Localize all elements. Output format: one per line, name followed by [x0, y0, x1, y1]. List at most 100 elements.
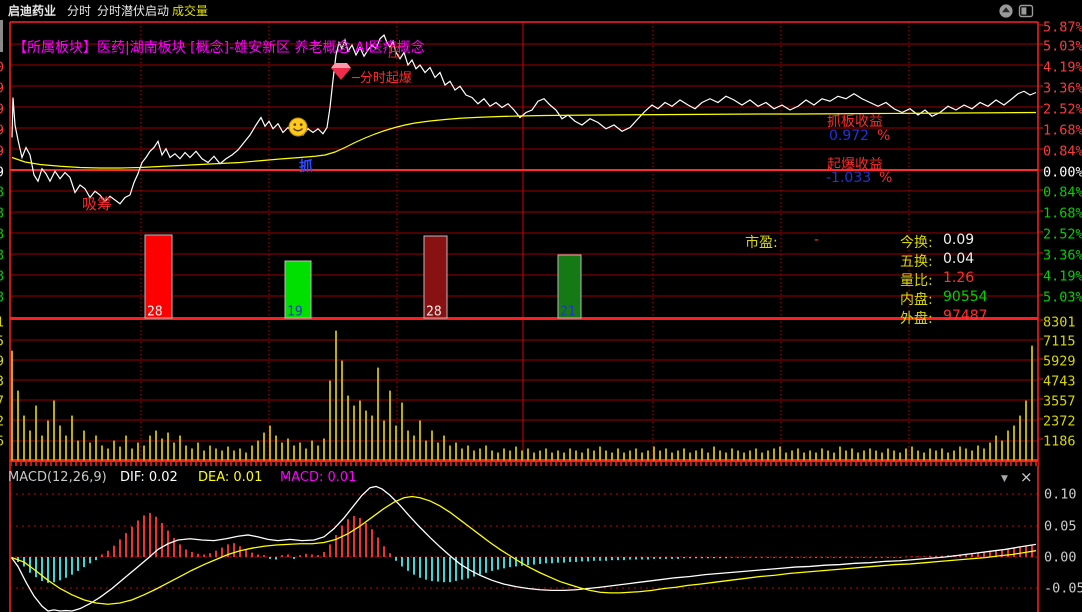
volume-bar	[965, 448, 967, 461]
macd-histogram-bar	[407, 557, 409, 571]
volume-bar	[263, 432, 265, 461]
volume-bar	[65, 435, 67, 461]
macd-histogram-bar	[731, 557, 733, 558]
macd-histogram-bar	[401, 557, 403, 567]
macd-histogram-bar	[815, 557, 817, 558]
volume-bar	[593, 450, 595, 461]
volume-bar	[803, 452, 805, 461]
macd-histogram-bar	[905, 556, 907, 557]
left-axis-fragment: 1	[0, 315, 4, 331]
macd-histogram-bar	[65, 557, 67, 578]
volume-bar	[173, 442, 175, 461]
macd-histogram-bar	[413, 557, 415, 575]
macd-histogram-bar	[101, 554, 103, 557]
macd-histogram-bar	[647, 557, 649, 560]
macd-histogram-bar	[53, 557, 55, 583]
volume-bar	[893, 450, 895, 461]
stat-label: 五换:	[900, 254, 933, 270]
volume-bar	[827, 450, 829, 461]
pressure-annotation: 压	[388, 46, 402, 61]
panel-toggle-icon[interactable]	[1018, 3, 1034, 19]
volume-bar	[851, 448, 853, 461]
macd-dea-readout: DEA: 0.01	[198, 470, 263, 485]
volume-bar	[53, 400, 55, 461]
macd-histogram-bar	[671, 557, 673, 559]
macd-histogram-bar	[431, 557, 433, 581]
volume-bar	[773, 448, 775, 461]
volume-bar	[767, 450, 769, 461]
signal-bar-label: 21	[560, 305, 576, 320]
close-panel-icon[interactable]: ×	[1020, 468, 1033, 486]
pe-ratio-value: -	[814, 232, 820, 248]
volume-bar	[863, 450, 865, 461]
volume-bar	[1025, 400, 1027, 461]
volume-bar	[809, 450, 811, 461]
tab-volume[interactable]: 成交量	[172, 2, 208, 19]
volume-bar	[875, 450, 877, 461]
left-axis-fragment: 2	[0, 414, 4, 430]
macd-histogram-bar	[95, 557, 97, 561]
left-axis-fragment: 0	[0, 60, 4, 76]
volume-bar	[479, 448, 481, 461]
volume-bar	[695, 450, 697, 461]
volume-bar	[725, 452, 727, 461]
percent-axis-label: 0.84%	[1043, 144, 1082, 160]
macd-histogram-bar	[857, 557, 859, 558]
macd-histogram-bar	[863, 557, 865, 558]
macd-histogram-bar	[449, 557, 451, 583]
collapse-panel-icon[interactable]: ▼	[1001, 474, 1008, 484]
macd-histogram-bar	[149, 512, 151, 557]
volume-bar	[761, 452, 763, 461]
macd-histogram-bar	[143, 515, 145, 557]
macd-histogram-bar	[317, 555, 319, 557]
tab-minute-chart[interactable]: 分时	[67, 2, 91, 19]
stat-value: 90554	[943, 289, 988, 305]
macd-histogram-bar	[551, 557, 553, 564]
volume-bar	[461, 448, 463, 461]
volume-bar	[947, 452, 949, 461]
window-edge-notch	[0, 20, 3, 52]
volume-bar	[653, 446, 655, 461]
volume-bar	[341, 360, 343, 461]
macd-histogram-bar	[119, 539, 121, 557]
volume-bar	[89, 442, 91, 461]
macd-histogram-bar	[71, 557, 73, 575]
scroll-top-icon[interactable]	[998, 3, 1014, 19]
volume-bar	[797, 448, 799, 461]
macd-histogram-bar	[767, 557, 769, 558]
macd-histogram-bar	[389, 553, 391, 557]
macd-histogram-bar	[245, 550, 247, 557]
macd-histogram-bar	[59, 557, 61, 581]
left-axis-fragment: 8	[0, 227, 4, 243]
macd-histogram-bar	[803, 557, 805, 558]
volume-bar	[323, 438, 325, 461]
volume-bar	[107, 448, 109, 461]
volume-bar	[929, 448, 931, 461]
volume-bar	[923, 452, 925, 461]
volume-bar	[1019, 415, 1021, 461]
macd-histogram-bar	[425, 557, 427, 580]
volume-bar	[821, 448, 823, 461]
left-axis-fragment: 8	[0, 206, 4, 222]
percent-axis-label: 0.84%	[1043, 185, 1082, 201]
macd-histogram-bar	[683, 557, 685, 559]
absorb-annotation: 吸筹	[82, 195, 113, 213]
macd-histogram-bar	[893, 557, 895, 558]
volume-bar	[977, 445, 979, 461]
volume-bar	[233, 450, 235, 461]
volume-bar	[239, 448, 241, 461]
macd-histogram-bar	[467, 557, 469, 579]
macd-histogram-bar	[587, 557, 589, 562]
macd-histogram-bar	[29, 557, 31, 573]
tab-strategy[interactable]: 分时潜伏启动	[97, 2, 169, 19]
macd-histogram-bar	[575, 557, 577, 563]
macd-histogram-bar	[797, 557, 799, 558]
macd-histogram-bar	[113, 545, 115, 557]
panel-divider	[10, 462, 1038, 466]
volume-bar	[77, 440, 79, 461]
volume-bar	[857, 452, 859, 461]
volume-bar	[911, 446, 913, 461]
grab-gain-unit: %	[877, 128, 891, 144]
left-axis-fragment: 6	[0, 434, 4, 450]
macd-histogram-bar	[89, 557, 91, 564]
